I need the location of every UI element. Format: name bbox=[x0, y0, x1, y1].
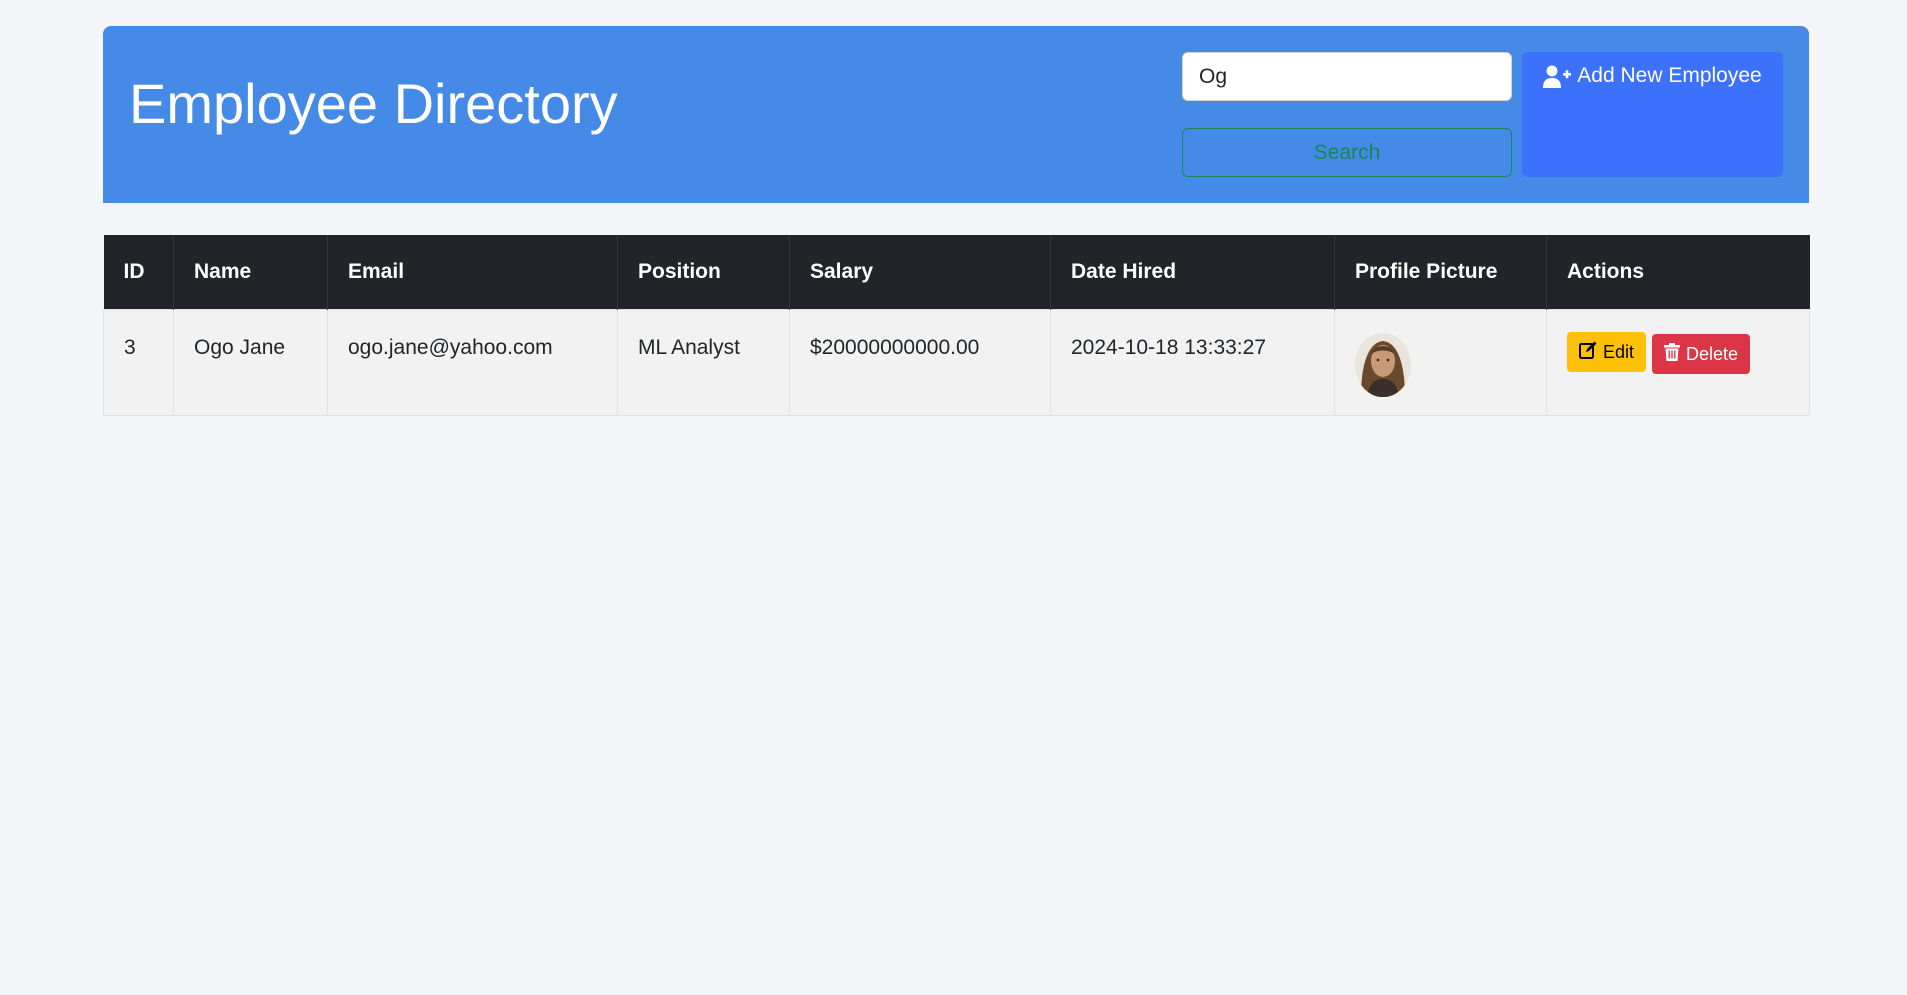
column-header-salary: Salary bbox=[789, 235, 1051, 310]
cell-date-hired: 2024-10-18 13:33:27 bbox=[1050, 309, 1335, 416]
column-header-actions: Actions bbox=[1546, 235, 1810, 310]
page-header: Employee Directory Search Add New Employ… bbox=[103, 26, 1809, 203]
column-header-profile-picture: Profile Picture bbox=[1334, 235, 1547, 310]
app-container: Employee Directory Search Add New Employ… bbox=[103, 26, 1810, 416]
search-input[interactable] bbox=[1182, 52, 1512, 101]
column-header-id: ID bbox=[103, 235, 174, 310]
add-employee-button[interactable]: Add New Employee bbox=[1522, 52, 1783, 177]
cell-name: Ogo Jane bbox=[173, 309, 328, 416]
column-header-name: Name bbox=[173, 235, 328, 310]
edit-label: Edit bbox=[1603, 341, 1635, 362]
cell-salary: $20000000000.00 bbox=[789, 309, 1051, 416]
table-row: 3 Ogo Jane ogo.jane@yahoo.com ML Analyst… bbox=[103, 309, 1810, 416]
cell-email: ogo.jane@yahoo.com bbox=[327, 309, 618, 416]
delete-button[interactable]: Delete bbox=[1652, 334, 1751, 374]
edit-icon bbox=[1579, 341, 1597, 364]
delete-label: Delete bbox=[1686, 343, 1739, 364]
column-header-date-hired: Date Hired bbox=[1050, 235, 1335, 310]
row-actions: Edit Delete bbox=[1567, 332, 1789, 374]
edit-button[interactable]: Edit bbox=[1567, 332, 1647, 372]
cell-actions: Edit Delete bbox=[1546, 309, 1810, 416]
column-header-position: Position bbox=[617, 235, 790, 310]
search-button[interactable]: Search bbox=[1182, 128, 1512, 177]
table-header-row: ID Name Email Position Salary Date Hired… bbox=[103, 235, 1810, 310]
cell-position: ML Analyst bbox=[617, 309, 790, 416]
cell-id: 3 bbox=[103, 309, 174, 416]
page-title: Employee Directory bbox=[129, 72, 618, 135]
cell-profile-picture bbox=[1334, 309, 1547, 416]
employee-table: ID Name Email Position Salary Date Hired… bbox=[103, 235, 1810, 416]
trash-icon bbox=[1664, 342, 1681, 366]
user-plus-icon bbox=[1543, 65, 1572, 89]
column-header-email: Email bbox=[327, 235, 618, 310]
avatar bbox=[1355, 333, 1411, 397]
add-employee-label: Add New Employee bbox=[1577, 64, 1762, 87]
